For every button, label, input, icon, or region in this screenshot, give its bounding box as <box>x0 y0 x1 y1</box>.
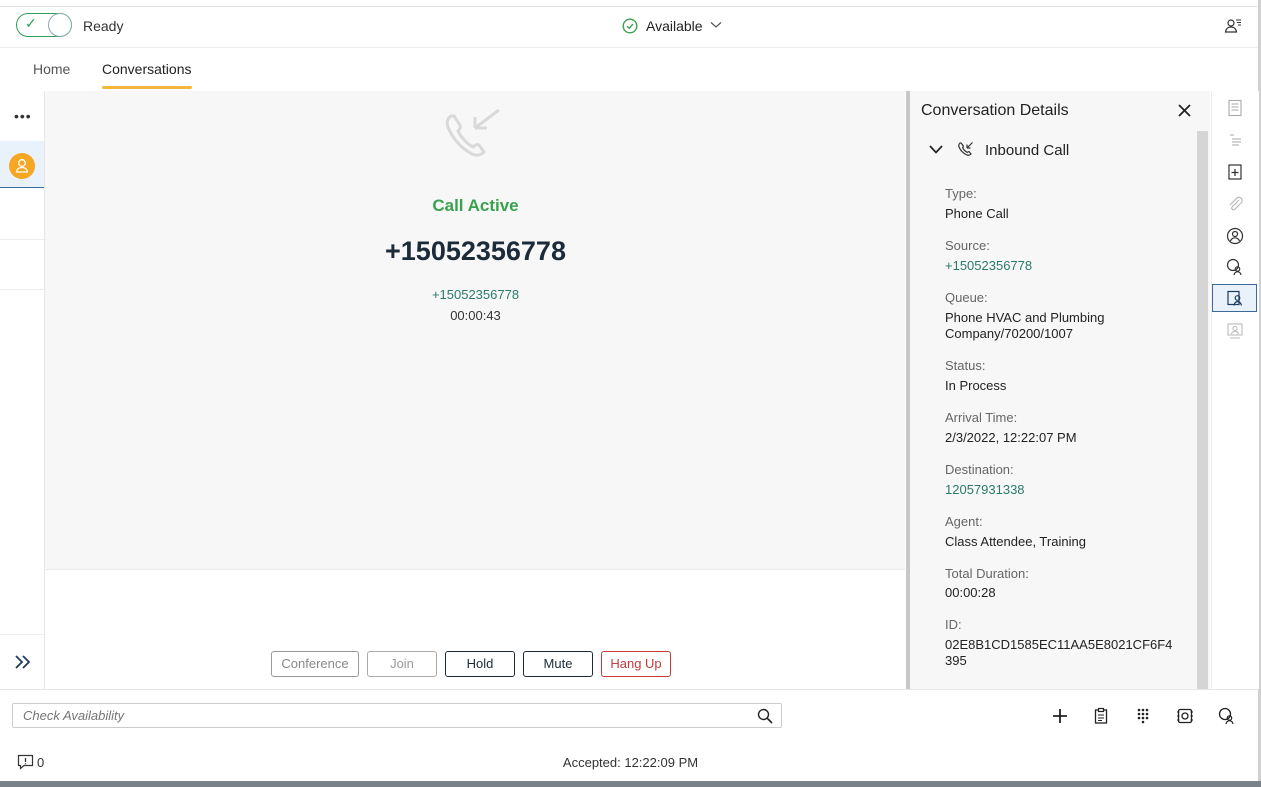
status-value: In Process <box>945 378 1007 393</box>
rail-divider <box>0 634 44 635</box>
id-label: ID: <box>945 617 962 632</box>
close-icon[interactable] <box>1178 104 1191 117</box>
tab-home[interactable]: Home <box>33 61 70 77</box>
inbound-call-icon <box>445 108 500 157</box>
arrival-time-value: 2/3/2022, 12:22:07 PM <box>945 430 1077 445</box>
call-timer: 00:00:43 <box>450 308 501 323</box>
queue-label: Queue: <box>945 290 988 305</box>
search-icon[interactable] <box>757 708 773 724</box>
dialpad-icon[interactable] <box>1134 707 1152 725</box>
chevron-down-icon[interactable] <box>710 21 722 29</box>
type-label: Type: <box>945 186 977 201</box>
source-label: Source: <box>945 238 990 253</box>
caller-number-link[interactable]: +15052356778 <box>0 287 951 302</box>
window-bottom-edge <box>0 781 1261 787</box>
list-icon[interactable] <box>1226 131 1244 149</box>
call-status: Call Active <box>432 196 519 215</box>
notes-icon[interactable] <box>1226 99 1244 117</box>
inbound-call-icon <box>958 142 973 156</box>
active-tab-indicator <box>102 86 192 89</box>
plus-icon[interactable] <box>1051 707 1069 725</box>
contact-avatar[interactable] <box>9 153 35 179</box>
clipboard-icon[interactable] <box>1092 707 1110 725</box>
hold-button[interactable]: Hold <box>445 651 515 677</box>
agent-label: Agent: <box>945 514 983 529</box>
expand-chevrons-icon[interactable] <box>14 655 32 669</box>
agent-value: Class Attendee, Training <box>945 534 1086 549</box>
id-value: 02E8B1CD1585EC11AA5E8021CF6F4395 <box>945 637 1173 668</box>
conference-button[interactable]: Conference <box>271 651 359 677</box>
arrival-time-label: Arrival Time: <box>945 410 1018 425</box>
chevron-down-icon[interactable] <box>929 145 943 154</box>
queue-value: Phone HVAC and Plumbing Company/70200/10… <box>945 310 1105 341</box>
address-book-icon[interactable] <box>1176 707 1194 725</box>
caller-number: +15052356778 <box>385 236 566 266</box>
contact-icon[interactable] <box>1226 227 1244 245</box>
destination-label: Destination: <box>945 462 1014 477</box>
more-options-icon[interactable]: ••• <box>14 108 32 124</box>
ready-label: Ready <box>83 18 124 34</box>
ready-toggle[interactable]: ✓ <box>16 13 72 37</box>
check-availability-input[interactable] <box>12 703 782 728</box>
agent-settings-icon[interactable] <box>1224 17 1242 35</box>
details-scrollbar[interactable] <box>1197 131 1208 689</box>
check-icon: ✓ <box>25 15 37 31</box>
total-duration-label: Total Duration: <box>945 566 1029 581</box>
check-circle-icon <box>622 18 638 34</box>
status-label: Status: <box>945 358 986 373</box>
add-note-icon[interactable] <box>1226 163 1244 181</box>
tab-conversations[interactable]: Conversations <box>102 61 192 77</box>
contact-search-icon[interactable] <box>1226 258 1244 276</box>
type-value: Phone Call <box>945 206 1009 221</box>
customer-info-icon[interactable] <box>1226 289 1244 307</box>
attachment-icon[interactable] <box>1226 195 1244 213</box>
hang-up-button[interactable]: Hang Up <box>601 651 671 677</box>
total-duration-value: 00:00:28 <box>945 585 996 600</box>
source-value[interactable]: +15052356778 <box>945 258 1185 274</box>
destination-value[interactable]: 12057931338 <box>945 482 1185 498</box>
mute-button[interactable]: Mute <box>523 651 593 677</box>
toggle-knob <box>48 13 72 37</box>
availability-label[interactable]: Available <box>646 18 703 34</box>
contact-search-icon[interactable] <box>1218 707 1236 725</box>
join-button[interactable]: Join <box>367 651 437 677</box>
details-title: Conversation Details <box>921 102 1069 119</box>
accepted-time: Accepted: 12:22:09 PM <box>562 755 699 770</box>
screen-contact-icon[interactable] <box>1226 322 1244 340</box>
inbound-call-section[interactable]: Inbound Call <box>985 142 1069 159</box>
person-icon <box>15 159 29 173</box>
